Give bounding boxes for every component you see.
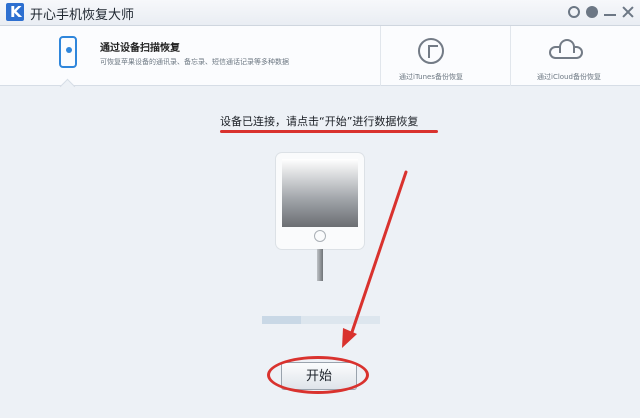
app-window: K 开心手机恢复大师 通过设备扫描恢复 可恢复苹果设备的通讯录、备忘录、短信通话… xyxy=(0,0,640,418)
annotation-circle xyxy=(267,356,369,394)
